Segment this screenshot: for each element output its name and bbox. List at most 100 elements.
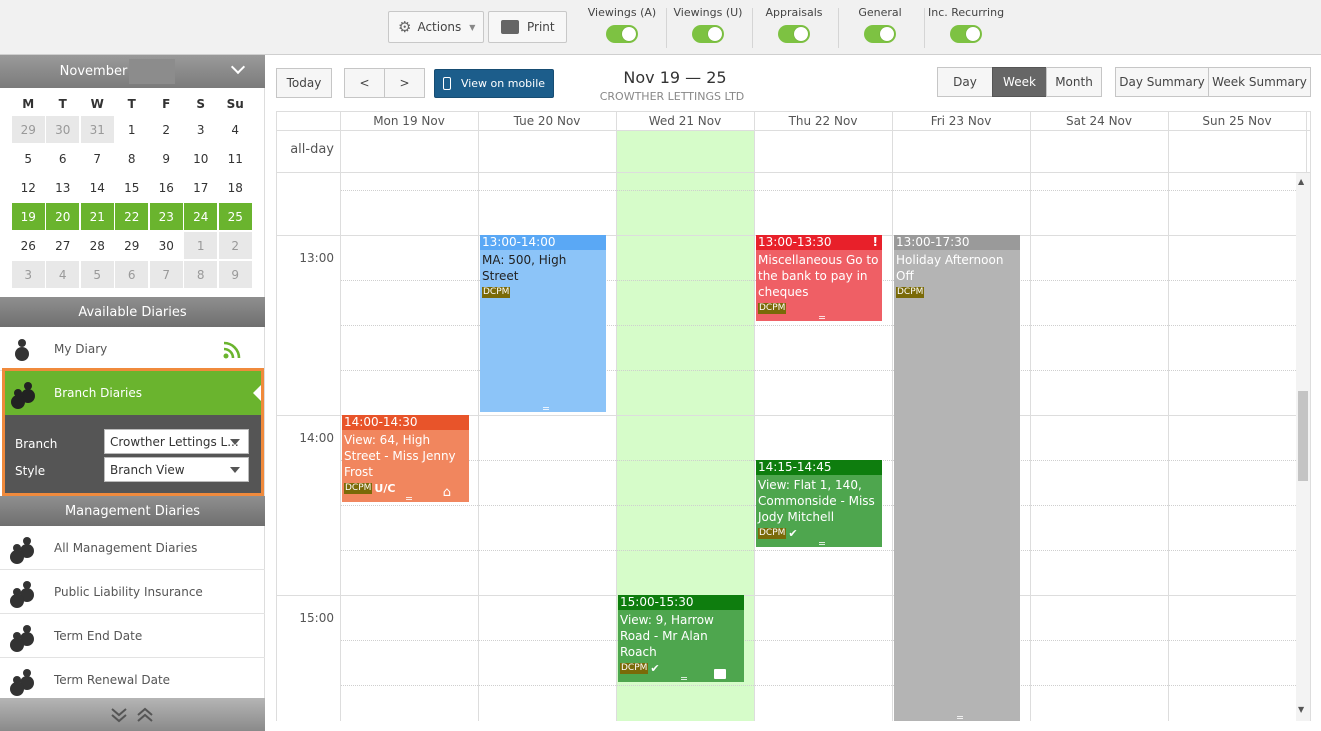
diary-my-diary[interactable]: My Diary bbox=[0, 327, 265, 371]
calendar-event[interactable]: 14:15-14:45 View: Flat 1, 140, Commonside… bbox=[756, 460, 882, 547]
calendar-day[interactable]: 14 bbox=[81, 174, 114, 201]
management-diary-item[interactable]: Term End Date bbox=[0, 614, 265, 658]
calendar-day[interactable]: 20 bbox=[46, 203, 80, 230]
prev-button[interactable]: < bbox=[344, 68, 385, 98]
calendar-day[interactable]: 8 bbox=[184, 261, 218, 288]
calendar-day[interactable]: 22 bbox=[115, 203, 149, 230]
resize-handle[interactable] bbox=[819, 542, 825, 545]
scroll-down-icon[interactable]: ▼ bbox=[1298, 705, 1304, 714]
branch-select[interactable]: Crowther Lettings L... bbox=[104, 429, 249, 454]
calendar-day[interactable]: 31 bbox=[80, 116, 114, 143]
switch[interactable] bbox=[606, 25, 638, 43]
calendar-day[interactable]: 3 bbox=[11, 261, 45, 288]
weekday-header: S bbox=[196, 97, 206, 111]
column-line bbox=[1030, 111, 1031, 721]
calendar-event[interactable]: 14:00-14:30 View: 64, High Street - Miss … bbox=[342, 415, 469, 502]
resize-handle[interactable] bbox=[681, 677, 687, 680]
month-label[interactable]: November bbox=[60, 64, 128, 79]
calendar-day[interactable]: 21 bbox=[80, 203, 114, 230]
management-diary-item[interactable]: Public Liability Insurance bbox=[0, 570, 265, 614]
calendar-day[interactable]: 30 bbox=[46, 116, 80, 143]
calendar-day[interactable]: 16 bbox=[150, 174, 183, 201]
event-time: 15:00-15:30 bbox=[618, 595, 744, 610]
calendar-day[interactable]: 19 bbox=[11, 203, 45, 230]
calendar-day[interactable]: 30 bbox=[150, 232, 183, 259]
calendar-day[interactable]: 2 bbox=[150, 116, 183, 143]
calendar-event[interactable]: 13:00-13:30! Miscellaneous Go to the bank… bbox=[756, 235, 882, 321]
calendar-day[interactable]: 9 bbox=[150, 145, 183, 172]
calendar-day[interactable]: 8 bbox=[115, 145, 148, 172]
calendar-day[interactable]: 13 bbox=[46, 174, 79, 201]
calendar-day[interactable]: 4 bbox=[46, 261, 80, 288]
calendar-day[interactable]: 27 bbox=[46, 232, 79, 259]
print-button[interactable]: Print bbox=[488, 11, 567, 43]
calendar-day[interactable]: 25 bbox=[218, 203, 252, 230]
calendar-day[interactable]: 23 bbox=[149, 203, 183, 230]
calendar-day[interactable]: 26 bbox=[12, 232, 45, 259]
toggle-viewings-a[interactable]: Viewings (A) bbox=[588, 6, 656, 46]
calendar-event[interactable]: 15:00-15:30 View: 9, Harrow Road - Mr Ala… bbox=[618, 595, 744, 682]
calendar-event[interactable]: 13:00-17:30 Holiday Afternoon Off DCPM bbox=[894, 235, 1020, 721]
calendar-day[interactable]: 5 bbox=[80, 261, 114, 288]
calendar-day[interactable]: 3 bbox=[184, 116, 217, 143]
next-button[interactable]: > bbox=[384, 68, 425, 98]
calendar-day[interactable]: 7 bbox=[149, 261, 183, 288]
calendar-day[interactable]: 29 bbox=[115, 232, 148, 259]
toggle-viewings-u[interactable]: Viewings (U) bbox=[674, 6, 742, 46]
calendar-day[interactable]: 9 bbox=[218, 261, 252, 288]
calendar-day[interactable]: 12 bbox=[12, 174, 45, 201]
calendar-day[interactable]: 6 bbox=[115, 261, 149, 288]
calendar-day[interactable]: 24 bbox=[184, 203, 218, 230]
management-diary-item[interactable]: All Management Diaries bbox=[0, 526, 265, 570]
calendar-day[interactable]: 2 bbox=[218, 232, 252, 259]
week-summary-button[interactable]: Week Summary bbox=[1208, 67, 1311, 97]
day-header: Tue 20 Nov bbox=[513, 113, 581, 128]
today-button[interactable]: Today bbox=[276, 68, 332, 98]
toggle-appraisals[interactable]: Appraisals bbox=[765, 6, 823, 46]
calendar-day[interactable]: 11 bbox=[219, 145, 252, 172]
calendar-day[interactable]: 4 bbox=[219, 116, 252, 143]
resize-handle[interactable] bbox=[543, 407, 549, 410]
event-title: Miscellaneous Go to the bank to pay in c… bbox=[758, 253, 879, 299]
switch[interactable] bbox=[864, 25, 896, 43]
view-on-mobile-button[interactable]: View on mobile bbox=[434, 69, 554, 98]
scroll-up-icon[interactable]: ▲ bbox=[1298, 177, 1304, 186]
chevron-down-icon[interactable] bbox=[230, 59, 246, 75]
toggle-general[interactable]: General bbox=[852, 6, 908, 46]
chevron-double-up-icon[interactable] bbox=[136, 706, 154, 724]
branch-diaries-panel: Branch Diaries Branch Crowther Lettings … bbox=[2, 368, 264, 496]
resize-handle[interactable] bbox=[405, 497, 412, 500]
calendar-day[interactable]: 15 bbox=[115, 174, 148, 201]
style-select[interactable]: Branch View bbox=[104, 457, 249, 482]
calendar-day[interactable]: 1 bbox=[184, 232, 218, 259]
view-day-button[interactable]: Day bbox=[937, 67, 993, 97]
calendar-day[interactable]: 10 bbox=[184, 145, 217, 172]
scrollbar-thumb[interactable] bbox=[1298, 391, 1308, 481]
calendar-day[interactable]: 28 bbox=[81, 232, 114, 259]
resize-handle[interactable] bbox=[957, 716, 963, 719]
chevron-double-down-icon[interactable] bbox=[110, 706, 128, 724]
calendar-event[interactable]: 13:00-14:00 MA: 500, High Street DCPM bbox=[480, 235, 606, 412]
calendar-day[interactable]: 6 bbox=[46, 145, 79, 172]
resize-handle[interactable] bbox=[819, 316, 825, 319]
day-summary-button[interactable]: Day Summary bbox=[1115, 67, 1209, 97]
view-week-button[interactable]: Week bbox=[992, 67, 1047, 97]
switch[interactable] bbox=[692, 25, 724, 43]
toggle-inc-recurring[interactable]: Inc. Recurring bbox=[928, 6, 1004, 46]
calendar-day[interactable]: 17 bbox=[184, 174, 217, 201]
management-diary-item[interactable]: Term Renewal Date bbox=[0, 658, 265, 702]
switch[interactable] bbox=[950, 25, 982, 43]
button-label: View on mobile bbox=[460, 77, 546, 90]
calendar-day[interactable]: 18 bbox=[219, 174, 252, 201]
group-people-icon bbox=[10, 580, 36, 608]
calendar-day[interactable]: 5 bbox=[12, 145, 45, 172]
rss-icon[interactable] bbox=[223, 341, 241, 359]
calendar-day[interactable]: 7 bbox=[81, 145, 114, 172]
diary-branch-diaries[interactable]: Branch Diaries bbox=[5, 371, 261, 415]
calendar-day[interactable]: 1 bbox=[115, 116, 148, 143]
actions-button[interactable]: ⚙ Actions ▼ bbox=[388, 11, 484, 43]
switch[interactable] bbox=[778, 25, 810, 43]
view-month-button[interactable]: Month bbox=[1046, 67, 1102, 97]
diary-tag: DCPM bbox=[758, 528, 787, 539]
calendar-day[interactable]: 29 bbox=[11, 116, 45, 143]
